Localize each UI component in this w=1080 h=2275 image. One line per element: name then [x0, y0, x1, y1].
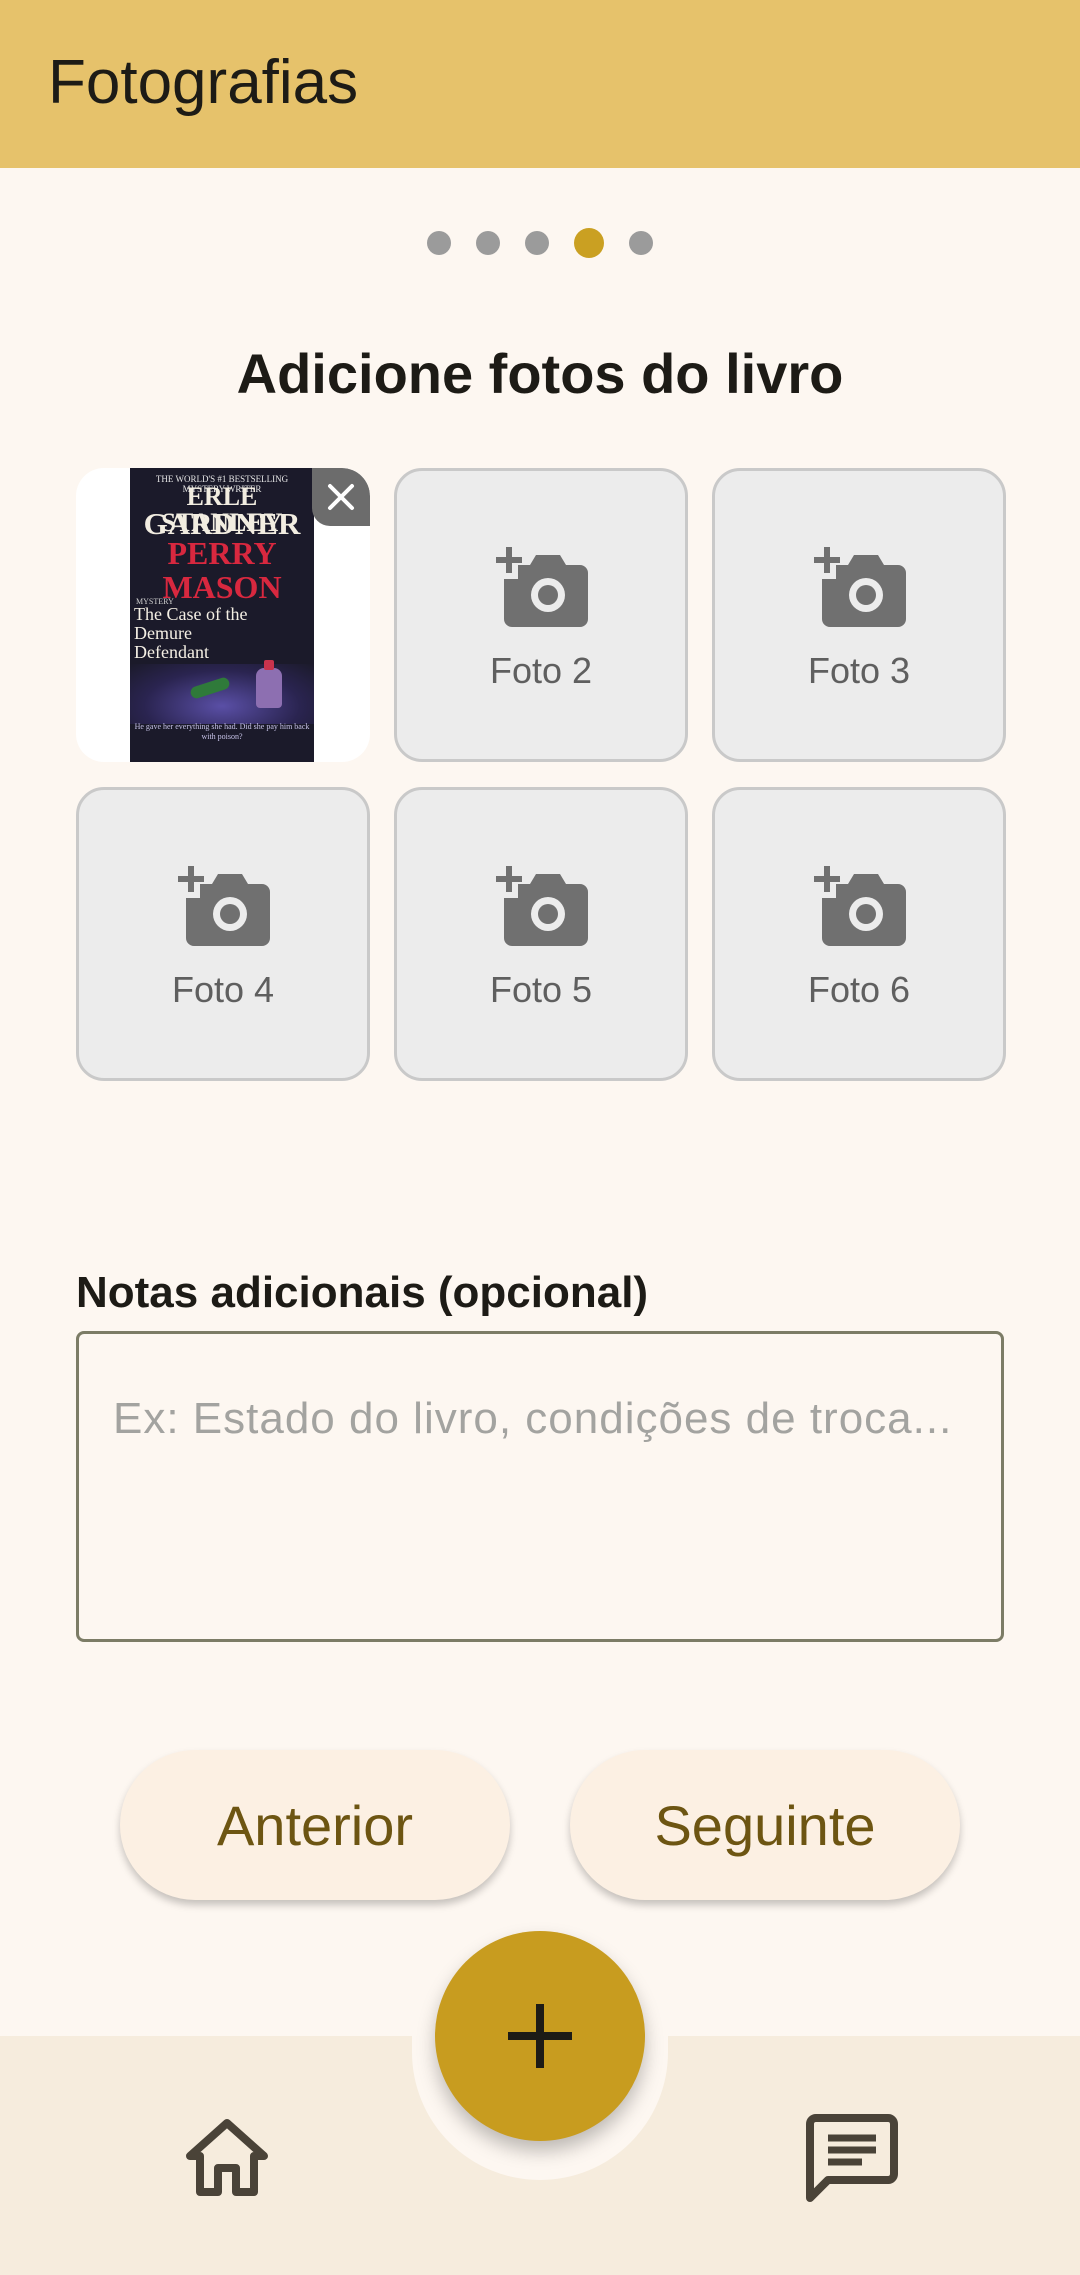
add-a-photo-icon [496, 547, 588, 627]
cover-art [130, 664, 314, 724]
plus-icon [508, 2004, 572, 2068]
cover-series: PERRY MASON [162, 535, 282, 605]
step-indicator [0, 227, 1080, 259]
photo-slot-1[interactable]: THE WORLD'S #1 BESTSELLING MYSTERY WRITE… [76, 468, 370, 762]
home-icon[interactable] [184, 2118, 270, 2196]
section-title: Adicione fotos do livro [236, 342, 844, 405]
step-dot-1 [427, 231, 451, 255]
page-title: Fotografias [48, 48, 359, 117]
photo-slot-2[interactable]: Foto 2 [394, 468, 688, 762]
step-dot-3 [525, 231, 549, 255]
photo-slot-label: Foto 2 [489, 650, 593, 691]
notes-input[interactable] [76, 1331, 1004, 1642]
notes-label: Notas adicionais (opcional) [76, 1268, 649, 1317]
chat-icon[interactable] [806, 2114, 898, 2204]
add-a-photo-icon [496, 866, 588, 946]
photo-slot-label: Foto 4 [171, 969, 275, 1010]
photo-slot-3[interactable]: Foto 3 [712, 468, 1006, 762]
cover-art-bottle [256, 668, 282, 708]
cover-subtitle: The Case of the Demure Defendant [134, 604, 248, 662]
photo-slot-6[interactable]: Foto 6 [712, 787, 1006, 1081]
step-dot-5 [629, 231, 653, 255]
step-dot-4-active [574, 228, 604, 258]
book-cover-image: THE WORLD'S #1 BESTSELLING MYSTERY WRITE… [130, 468, 314, 762]
add-a-photo-icon [814, 866, 906, 946]
photo-slot-5[interactable]: Foto 5 [394, 787, 688, 1081]
next-button[interactable]: Seguinte [570, 1750, 960, 1900]
app-bar: Fotografias [0, 0, 1080, 168]
cover-art-cap [264, 660, 274, 670]
close-icon [328, 484, 354, 510]
cover-blurb: He gave her everything she had. Did she … [134, 722, 310, 741]
add-fab-button[interactable] [435, 1931, 645, 2141]
photo-slot-label: Foto 6 [807, 969, 911, 1010]
photo-slot-label: Foto 3 [807, 650, 911, 691]
photo-slot-4[interactable]: Foto 4 [76, 787, 370, 1081]
step-dot-2 [476, 231, 500, 255]
previous-button[interactable]: Anterior [120, 1750, 510, 1900]
remove-photo-button[interactable] [312, 468, 370, 526]
photo-slot-label: Foto 5 [489, 969, 593, 1010]
add-a-photo-icon [814, 547, 906, 627]
add-a-photo-icon [178, 866, 270, 946]
